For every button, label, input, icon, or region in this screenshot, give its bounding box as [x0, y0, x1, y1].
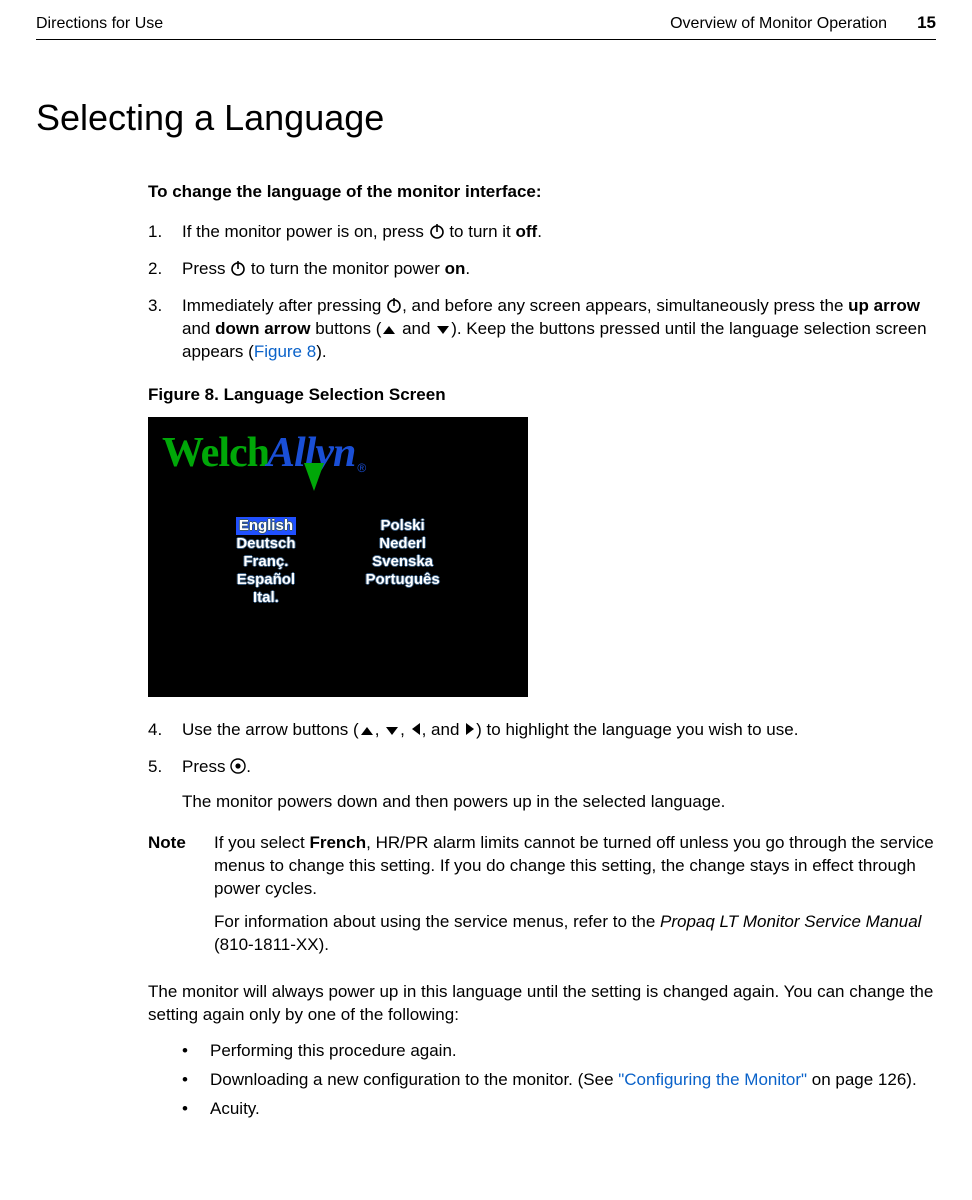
note-paragraph-2: For information about using the service …: [214, 911, 936, 957]
closing-paragraph: The monitor will always power up in this…: [148, 981, 936, 1027]
language-option-espanol[interactable]: Español: [236, 571, 295, 589]
note-label: Note: [148, 832, 214, 967]
select-button-icon: [230, 758, 246, 774]
language-column-1: English Deutsch Franç. Español Ital.: [236, 517, 295, 607]
option-acuity: Acuity.: [182, 1098, 936, 1121]
down-arrow-icon: [435, 324, 451, 336]
language-option-polski[interactable]: Polski: [366, 517, 440, 535]
note-paragraph-1: If you select French, HR/PR alarm limits…: [214, 832, 936, 901]
language-option-nederlands[interactable]: Nederl: [366, 535, 440, 553]
left-arrow-icon: [410, 721, 422, 737]
intro-heading: To change the language of the monitor in…: [148, 181, 936, 204]
logo-tail-icon: [304, 463, 324, 491]
down-arrow-icon: [384, 725, 400, 737]
power-icon: [429, 223, 445, 239]
right-arrow-icon: [464, 721, 476, 737]
power-icon: [230, 260, 246, 276]
language-selection-screenshot: WelchAllyn® English Deutsch Franç. Españ…: [148, 417, 528, 697]
step-1: 1. If the monitor power is on, press to …: [148, 221, 936, 244]
configuring-monitor-link[interactable]: "Configuring the Monitor": [618, 1070, 807, 1089]
option-download: Downloading a new configuration to the m…: [182, 1069, 936, 1092]
step-5: 5. Press . The monitor powers down and t…: [148, 756, 936, 814]
option-repeat: Performing this procedure again.: [182, 1040, 936, 1063]
step-5-result: The monitor powers down and then powers …: [182, 791, 936, 814]
page-title: Selecting a Language: [36, 94, 936, 143]
note-block: Note If you select French, HR/PR alarm l…: [148, 832, 936, 967]
header-left: Directions for Use: [36, 13, 163, 35]
language-list: English Deutsch Franç. Español Ital. Pol…: [148, 517, 528, 607]
power-icon: [386, 297, 402, 313]
welch-allyn-logo: WelchAllyn®: [162, 425, 364, 482]
figure-caption: Figure 8. Language Selection Screen: [148, 384, 936, 407]
page-header: Directions for Use Overview of Monitor O…: [0, 0, 972, 39]
language-option-deutsch[interactable]: Deutsch: [236, 535, 295, 553]
language-option-english[interactable]: English: [236, 517, 295, 535]
language-option-svenska[interactable]: Svenska: [366, 553, 440, 571]
page-number: 15: [917, 12, 936, 35]
options-list: Performing this procedure again. Downloa…: [182, 1040, 936, 1121]
figure-8-link[interactable]: Figure 8: [254, 342, 316, 361]
step-2: 2. Press to turn the monitor power on.: [148, 258, 936, 281]
up-arrow-icon: [359, 725, 375, 737]
language-option-portugues[interactable]: Português: [366, 571, 440, 589]
step-3: 3. Immediately after pressing , and befo…: [148, 295, 936, 364]
step-4: 4. Use the arrow buttons (, , , and ) to…: [148, 719, 936, 742]
language-option-italiano[interactable]: Ital.: [236, 589, 295, 607]
header-right: Overview of Monitor Operation: [670, 13, 887, 35]
up-arrow-icon: [381, 324, 397, 336]
language-column-2: Polski Nederl Svenska Português: [366, 517, 440, 607]
language-option-francais[interactable]: Franç.: [236, 553, 295, 571]
